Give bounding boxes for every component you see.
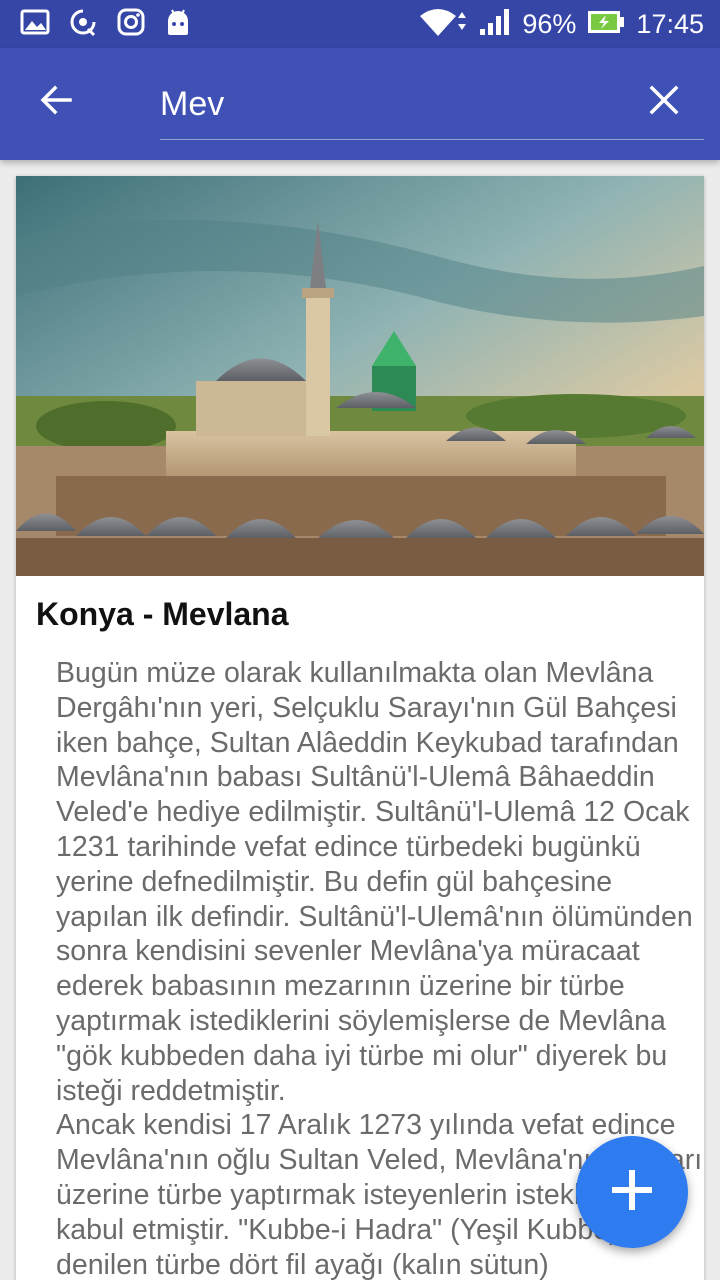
system-icons: 96% 17:45 — [418, 8, 704, 40]
card-title: Konya - Mevlana — [36, 596, 289, 632]
result-card[interactable]: Konya - Mevlana Bugün müze olarak kullan… — [16, 176, 704, 1280]
back-button[interactable] — [28, 74, 84, 130]
instagram-icon — [116, 7, 146, 42]
arrow-back-icon — [38, 82, 74, 123]
search-underline — [160, 139, 704, 140]
battery-charging-icon — [586, 9, 626, 40]
image-icon — [20, 9, 50, 40]
add-button[interactable] — [576, 1136, 688, 1248]
add-icon — [608, 1166, 656, 1219]
clear-search-button[interactable] — [636, 74, 692, 130]
search-toolbar — [0, 48, 720, 160]
description-paragraph: Bugün müze olarak kullanılmakta olan Mev… — [56, 657, 693, 1107]
close-icon — [649, 85, 679, 120]
battery-percent: 96% — [522, 8, 577, 39]
android-icon — [164, 7, 192, 42]
sync-settings-icon — [68, 7, 98, 42]
search-input[interactable] — [160, 78, 600, 130]
clock: 17:45 — [636, 8, 704, 39]
status-bar: 96% 17:45 — [0, 0, 720, 48]
notification-icons — [20, 8, 192, 40]
wifi-icon — [418, 6, 468, 43]
cell-signal-icon — [478, 7, 512, 42]
mevlana-museum-photo — [16, 176, 704, 576]
